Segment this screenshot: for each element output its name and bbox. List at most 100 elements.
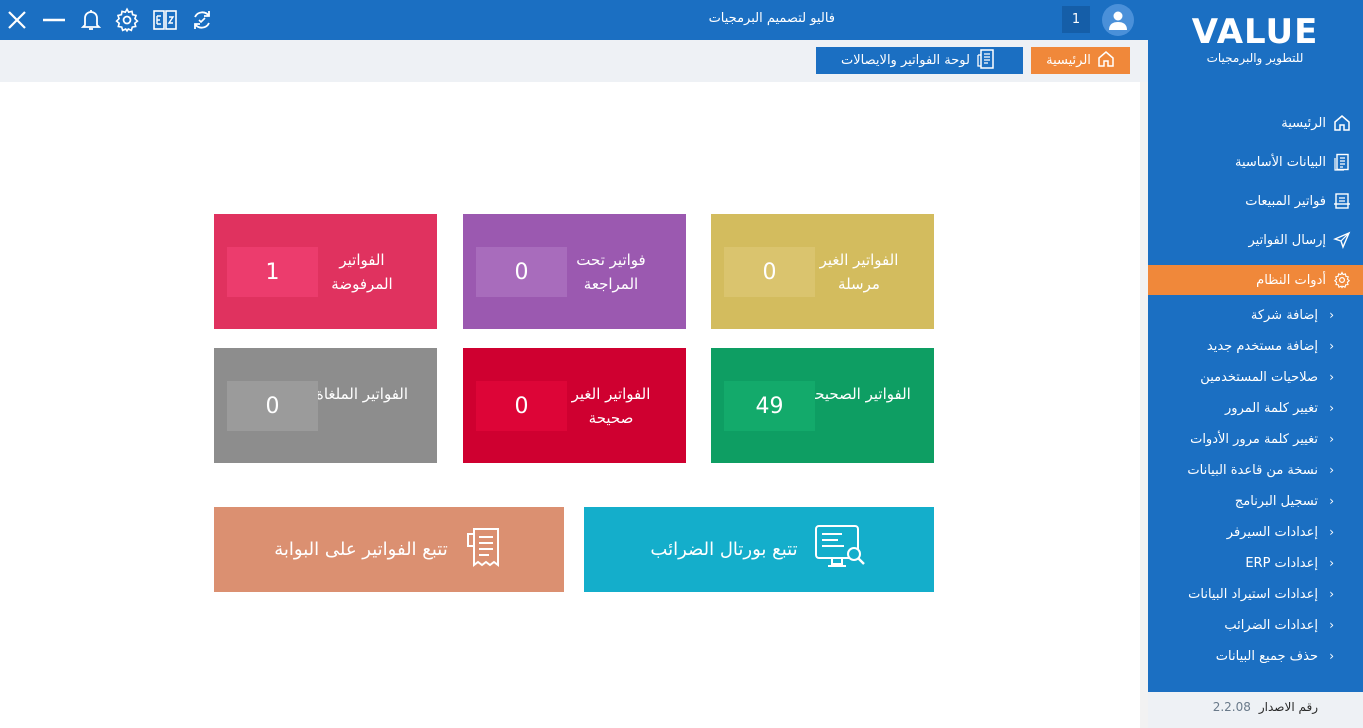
sidebar-sub-change-password[interactable]: ‹ تغيير كلمة المرور bbox=[1148, 395, 1363, 421]
tab-dashboard-label: لوحة الفواتير والايصالات bbox=[841, 53, 970, 68]
chevron-left-icon: ‹ bbox=[1329, 370, 1334, 384]
card-invalid-value: 0 bbox=[476, 381, 567, 431]
version-number: 2.2.08 bbox=[1212, 700, 1251, 714]
tax-portal-label: تتبع بورتال الضرائب bbox=[650, 539, 798, 560]
sidebar-sub-user-permissions[interactable]: ‹ صلاحيات المستخدمين bbox=[1148, 364, 1363, 390]
sidebar-sub-delete-all-data[interactable]: ‹ حذف جميع البيانات bbox=[1148, 643, 1363, 669]
sidebar-sub-import-settings[interactable]: ‹ إعدادات استيراد البيانات bbox=[1148, 581, 1363, 607]
chevron-left-icon: ‹ bbox=[1329, 525, 1334, 539]
card-not-sent[interactable]: الفواتير الغير مرسلة 0 bbox=[711, 214, 934, 329]
version-label: رقم الاصدار bbox=[1258, 700, 1318, 714]
monitor-search-icon bbox=[814, 524, 868, 575]
sidebar-sub-label: صلاحيات المستخدمين bbox=[1200, 369, 1318, 385]
sidebar-sub-label: نسخة من قاعدة البيانات bbox=[1187, 462, 1318, 478]
sidebar: VALUE للتطوير والبرمجيات الرئيسية البيان… bbox=[1148, 0, 1363, 728]
chevron-left-icon: ‹ bbox=[1329, 587, 1334, 601]
card-not-sent-value: 0 bbox=[724, 247, 815, 297]
refresh-icon[interactable] bbox=[187, 5, 217, 35]
language-icon[interactable] bbox=[150, 5, 180, 35]
chevron-left-icon: ‹ bbox=[1329, 618, 1334, 632]
card-valid-title: الفواتير الصحيحة bbox=[807, 385, 911, 403]
card-under-review[interactable]: فواتير تحت المراجعة 0 bbox=[463, 214, 686, 329]
tab-home[interactable]: الرئيسية bbox=[1031, 47, 1130, 74]
sidebar-item-label: أدوات النظام bbox=[1256, 272, 1326, 288]
minimize-icon[interactable] bbox=[39, 5, 69, 35]
card-invalid-title: الفواتير الغير صحيحة bbox=[571, 385, 651, 427]
company-name: فاليو لتصميم البرمجيات bbox=[708, 11, 835, 26]
settings-gear-icon[interactable] bbox=[112, 5, 142, 35]
receipt-list-icon bbox=[464, 526, 504, 573]
user-avatar-icon[interactable] bbox=[1102, 4, 1134, 36]
card-valid-value: 49 bbox=[724, 381, 815, 431]
chevron-left-icon: ‹ bbox=[1329, 308, 1334, 322]
gear-icon bbox=[1332, 270, 1352, 290]
tax-portal-button[interactable]: تتبع بورتال الضرائب bbox=[584, 507, 934, 592]
card-rejected-value: 1 bbox=[227, 247, 318, 297]
chevron-left-icon: ‹ bbox=[1329, 463, 1334, 477]
card-invalid[interactable]: الفواتير الغير صحيحة 0 bbox=[463, 348, 686, 463]
chevron-left-icon: ‹ bbox=[1329, 556, 1334, 570]
sidebar-sub-label: إعدادات ERP bbox=[1245, 555, 1318, 571]
sidebar-item-send-invoices[interactable]: إرسال الفواتير bbox=[1148, 225, 1363, 255]
card-rejected-title: الفواتير المرفوضة bbox=[331, 251, 393, 293]
document-icon bbox=[1332, 152, 1352, 172]
tab-home-label: الرئيسية bbox=[1046, 53, 1091, 68]
home-icon bbox=[1332, 113, 1352, 133]
receipt-icon bbox=[976, 48, 998, 74]
sidebar-item-label: البيانات الأساسية bbox=[1235, 154, 1326, 170]
card-cancelled[interactable]: الفواتير الملغاة 0 bbox=[214, 348, 437, 463]
sidebar-sub-database-backup[interactable]: ‹ نسخة من قاعدة البيانات bbox=[1148, 457, 1363, 483]
chevron-left-icon: ‹ bbox=[1329, 401, 1334, 415]
send-icon bbox=[1332, 230, 1352, 250]
sidebar-sub-label: إضافة مستخدم جديد bbox=[1206, 338, 1318, 354]
sidebar-item-basic-data[interactable]: البيانات الأساسية bbox=[1148, 147, 1363, 177]
sidebar-item-home[interactable]: الرئيسية bbox=[1148, 108, 1363, 138]
card-cancelled-title: الفواتير الملغاة bbox=[315, 385, 409, 403]
card-valid[interactable]: الفواتير الصحيحة 49 bbox=[711, 348, 934, 463]
card-cancelled-value: 0 bbox=[227, 381, 318, 431]
user-number-badge: 1 bbox=[1062, 6, 1090, 33]
tab-dashboard[interactable]: لوحة الفواتير والايصالات bbox=[816, 47, 1023, 74]
card-under-review-value: 0 bbox=[476, 247, 567, 297]
chevron-left-icon: ‹ bbox=[1329, 339, 1334, 353]
version-info: رقم الاصدار 2.2.08 bbox=[1158, 697, 1318, 717]
sidebar-sub-label: حذف جميع البيانات bbox=[1215, 648, 1318, 664]
logo-subtitle: للتطوير والبرمجيات bbox=[1206, 51, 1304, 65]
sidebar-sub-change-tools-password[interactable]: ‹ تغيير كلمة مرور الأدوات bbox=[1148, 426, 1363, 452]
card-not-sent-title: الفواتير الغير مرسلة bbox=[819, 251, 899, 293]
sidebar-sub-erp-settings[interactable]: ‹ إعدادات ERP bbox=[1148, 550, 1363, 576]
sidebar-sub-label: تغيير كلمة مرور الأدوات bbox=[1190, 431, 1318, 447]
home-icon bbox=[1097, 50, 1115, 72]
sidebar-item-sales-invoices[interactable]: فواتير المبيعات bbox=[1148, 186, 1363, 216]
sidebar-item-label: إرسال الفواتير bbox=[1248, 232, 1326, 248]
sidebar-sub-label: تسجيل البرنامج bbox=[1234, 493, 1318, 509]
gateway-invoices-label: تتبع الفواتير على البوابة bbox=[274, 539, 448, 560]
sidebar-item-label: فواتير المبيعات bbox=[1245, 193, 1326, 209]
sidebar-sub-label: إعدادات السيرفر bbox=[1226, 524, 1318, 540]
sidebar-sub-label: إعدادات الضرائب bbox=[1224, 617, 1318, 633]
sidebar-sub-label: إعدادات استيراد البيانات bbox=[1188, 586, 1318, 602]
gateway-invoices-button[interactable]: تتبع الفواتير على البوابة bbox=[214, 507, 564, 592]
card-under-review-title: فواتير تحت المراجعة bbox=[576, 251, 646, 293]
sidebar-item-system-tools[interactable]: أدوات النظام bbox=[1148, 265, 1363, 295]
sidebar-sub-register-program[interactable]: ‹ تسجيل البرنامج bbox=[1148, 488, 1363, 514]
chevron-left-icon: ‹ bbox=[1329, 494, 1334, 508]
logo: VALUE للتطوير والبرمجيات bbox=[1184, 14, 1326, 65]
sidebar-item-label: الرئيسية bbox=[1281, 115, 1326, 131]
card-rejected[interactable]: الفواتير المرفوضة 1 bbox=[214, 214, 437, 329]
chevron-left-icon: ‹ bbox=[1329, 649, 1334, 663]
tab-bar: الرئيسية لوحة الفواتير والايصالات bbox=[0, 40, 1148, 82]
close-icon[interactable] bbox=[2, 5, 32, 35]
sidebar-sub-add-user[interactable]: ‹ إضافة مستخدم جديد bbox=[1148, 333, 1363, 359]
sidebar-sub-label: إضافة شركة bbox=[1250, 307, 1318, 323]
scrollbar[interactable] bbox=[1140, 82, 1148, 728]
sidebar-sub-tax-settings[interactable]: ‹ إعدادات الضرائب bbox=[1148, 612, 1363, 638]
bell-icon[interactable] bbox=[76, 5, 106, 35]
logo-text: VALUE bbox=[1191, 12, 1319, 52]
invoice-icon bbox=[1332, 191, 1352, 211]
sidebar-sub-server-settings[interactable]: ‹ إعدادات السيرفر bbox=[1148, 519, 1363, 545]
sidebar-sub-label: تغيير كلمة المرور bbox=[1225, 400, 1318, 416]
chevron-left-icon: ‹ bbox=[1329, 432, 1334, 446]
top-bar: فاليو لتصميم البرمجيات 1 bbox=[0, 0, 1148, 40]
sidebar-sub-add-company[interactable]: ‹ إضافة شركة bbox=[1148, 302, 1363, 328]
